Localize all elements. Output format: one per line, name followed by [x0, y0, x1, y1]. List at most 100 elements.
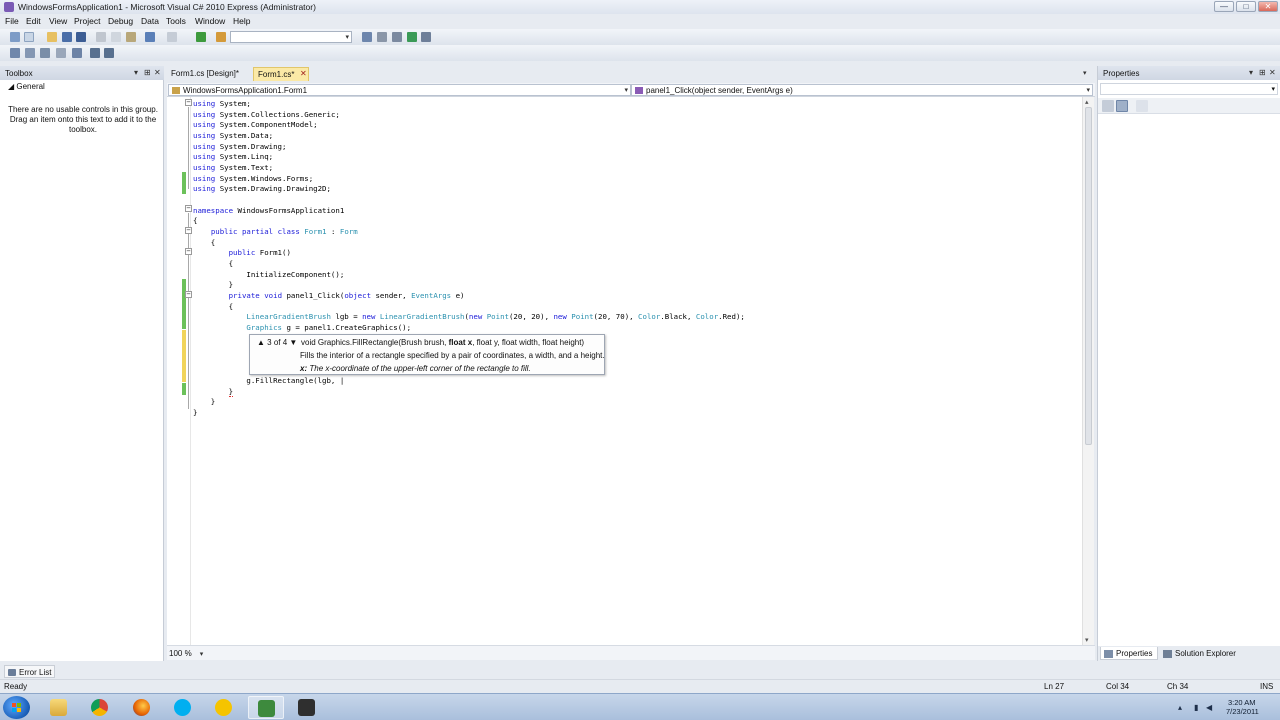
menu-project[interactable]: Project — [74, 16, 100, 26]
cut-icon[interactable] — [96, 32, 106, 42]
categorized-icon[interactable] — [1102, 100, 1114, 112]
copy-icon[interactable] — [111, 32, 121, 42]
explorer-taskbar-button[interactable] — [41, 696, 77, 719]
quick-info-icon[interactable] — [10, 48, 20, 58]
network-icon[interactable]: ▮ — [1194, 703, 1202, 712]
properties-window-icon[interactable] — [392, 32, 402, 42]
complete-word-icon[interactable] — [40, 48, 50, 58]
start-button[interactable] — [3, 696, 30, 719]
zoom-value: 100 % — [169, 649, 192, 658]
types-combo-value: WindowsFormsApplication1.Form1 — [183, 86, 308, 95]
open-file-icon[interactable] — [47, 32, 57, 42]
zoom-combo[interactable]: 100 % ▾ — [169, 649, 203, 658]
tab-error-list[interactable]: Error List — [4, 665, 56, 678]
solution-configuration-combo[interactable]: ▾ — [230, 31, 352, 43]
find-icon[interactable] — [362, 32, 372, 42]
scroll-up-icon[interactable]: ▴ — [1085, 98, 1089, 106]
collapse-class-icon[interactable]: − — [185, 227, 192, 234]
editor-vertical-scrollbar[interactable]: ▴ ▾ — [1082, 97, 1094, 645]
find-in-files-icon[interactable] — [216, 32, 226, 42]
tab-solution-explorer[interactable]: Solution Explorer — [1160, 647, 1244, 660]
tab-form1-design[interactable]: Form1.cs [Design]* — [167, 67, 247, 81]
window-title: WindowsFormsApplication1 - Microsoft Vis… — [18, 2, 316, 12]
menu-data[interactable]: Data — [141, 16, 159, 26]
menu-file[interactable]: File — [5, 16, 19, 26]
skype-taskbar-button[interactable] — [165, 696, 201, 719]
save-all-icon[interactable] — [76, 32, 86, 42]
code-line: using System.Text; — [193, 163, 274, 172]
menu-edit[interactable]: Edit — [26, 16, 41, 26]
menu-tools[interactable]: Tools — [166, 16, 186, 26]
alphabetical-icon[interactable] — [1116, 100, 1128, 112]
minimize-button[interactable]: — — [1214, 1, 1234, 12]
parameter-name: x: — [300, 364, 308, 373]
properties-header: Properties ▾ ⊞ ✕ — [1098, 66, 1280, 80]
menu-view[interactable]: View — [49, 16, 67, 26]
outdent-icon[interactable] — [90, 48, 100, 58]
menu-help[interactable]: Help — [233, 16, 250, 26]
close-window-button[interactable]: ✕ — [1258, 1, 1278, 12]
properties-close-icon[interactable]: ✕ — [1269, 68, 1276, 77]
tab-form1-code[interactable]: Form1.cs* ✕ — [253, 67, 309, 81]
firefox-icon — [133, 699, 150, 716]
object-selector-combo[interactable]: ▾ — [1100, 83, 1278, 95]
overload-navigator[interactable]: ▲ 3 of 4 ▼ — [257, 338, 297, 347]
method-icon — [635, 87, 643, 94]
pin-icon[interactable]: ⊞ — [1259, 68, 1266, 77]
code-line: public partial class Form1 : Form — [210, 227, 358, 236]
tab-properties[interactable]: Properties — [1100, 647, 1158, 660]
properties-title: Properties — [1103, 69, 1140, 78]
visual-csharp-taskbar-button[interactable] — [248, 696, 284, 719]
collapse-method-icon[interactable]: − — [185, 248, 192, 255]
code-line: using System.ComponentModel; — [193, 120, 318, 129]
paste-icon[interactable] — [126, 32, 136, 42]
camtasia-taskbar-button[interactable] — [289, 696, 325, 719]
collapse-usings-icon[interactable]: − — [185, 99, 192, 106]
toolbox-title: Toolbox — [5, 69, 33, 78]
maximize-button[interactable]: □ — [1236, 1, 1256, 12]
indent-icon[interactable] — [104, 48, 114, 58]
pin-icon[interactable]: ⊞ — [144, 68, 151, 77]
close-tab-icon[interactable]: ✕ — [300, 69, 307, 78]
save-icon[interactable] — [62, 32, 72, 42]
line-number: Ln 27 — [1044, 682, 1065, 691]
menu-window[interactable]: Window — [195, 16, 225, 26]
toolbox-group-general[interactable]: ◢ General — [8, 82, 45, 91]
show-hidden-icons-icon[interactable]: ▴ — [1178, 703, 1186, 712]
collapse-method-icon[interactable]: − — [185, 291, 192, 298]
object-browser-icon[interactable] — [407, 32, 417, 42]
collapse-namespace-icon[interactable]: − — [185, 205, 192, 212]
scrollbar-thumb[interactable] — [1085, 107, 1092, 445]
menu-bar: File Edit View Project Debug Data Tools … — [0, 14, 1280, 29]
redo-icon[interactable] — [167, 32, 177, 42]
code-line: } — [193, 397, 216, 406]
solution-explorer-icon[interactable] — [377, 32, 387, 42]
property-pages-icon[interactable] — [1136, 100, 1148, 112]
add-item-icon[interactable] — [24, 32, 34, 42]
toolbox-icon[interactable] — [421, 32, 431, 42]
aim-taskbar-button[interactable] — [206, 696, 242, 719]
clock-date[interactable]: 7/23/2011 — [1226, 707, 1259, 716]
undo-icon[interactable] — [145, 32, 155, 42]
properties-options-icon[interactable]: ▾ — [1249, 68, 1253, 77]
method-signature: void Graphics.FillRectangle(Brush brush,… — [301, 338, 584, 347]
error-list-strip: Error List — [0, 664, 1280, 679]
toolbox-options-icon[interactable]: ▾ — [134, 68, 138, 77]
start-debugging-icon[interactable] — [196, 32, 206, 42]
comment-icon[interactable] — [72, 48, 82, 58]
members-combo[interactable]: panel1_Click(object sender, EventArgs e)… — [631, 84, 1093, 96]
clock-time[interactable]: 3:20 AM — [1228, 698, 1256, 707]
new-project-icon[interactable] — [10, 32, 20, 42]
toolbox-empty-message: There are no usable controls in this gro… — [8, 105, 158, 134]
parameter-info-icon[interactable] — [25, 48, 35, 58]
chrome-taskbar-button[interactable] — [82, 696, 118, 719]
toolbox-close-icon[interactable]: ✕ — [154, 68, 161, 77]
menu-debug[interactable]: Debug — [108, 16, 133, 26]
font-size-icon[interactable] — [56, 48, 66, 58]
types-combo[interactable]: WindowsFormsApplication1.Form1 ▾ — [168, 84, 631, 96]
active-files-dropdown-icon[interactable]: ▾ — [1083, 69, 1087, 77]
firefox-taskbar-button[interactable] — [124, 696, 160, 719]
scroll-down-icon[interactable]: ▾ — [1085, 636, 1089, 644]
tab-label: Form1.cs* — [258, 70, 295, 79]
volume-icon[interactable]: ◀ — [1206, 703, 1214, 712]
